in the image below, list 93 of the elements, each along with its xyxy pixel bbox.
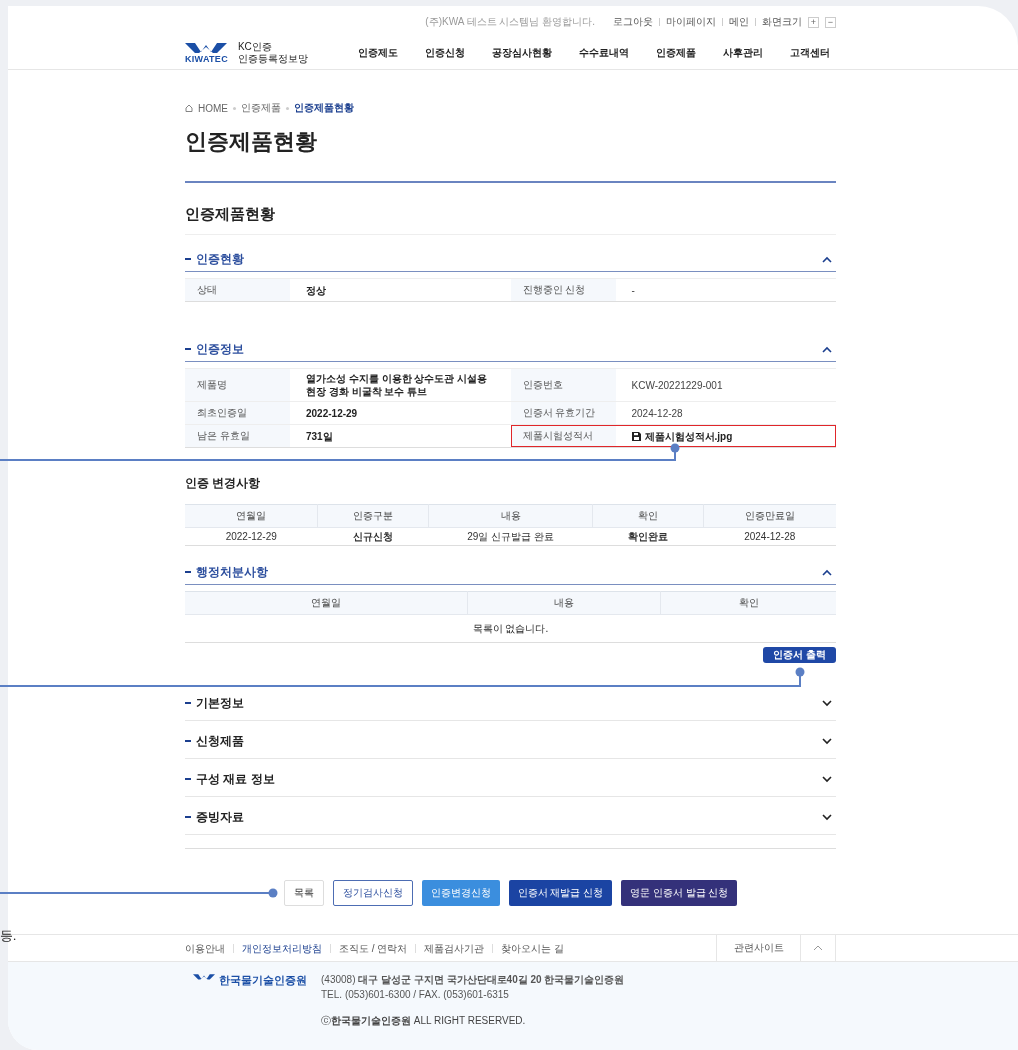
column-header: 내용 xyxy=(467,591,661,615)
print-button[interactable]: 인증서 출력 xyxy=(763,647,836,663)
home-icon xyxy=(185,104,193,112)
font-size-button[interactable]: − xyxy=(825,16,836,28)
column-header: 내용 xyxy=(428,504,593,528)
nav-menu-item[interactable]: 수수료내역 xyxy=(579,46,629,60)
breadcrumb-link[interactable]: 인증제품현황 xyxy=(294,101,354,115)
nav-menu-item[interactable]: 인증신청 xyxy=(425,46,465,60)
copyright-text: ⓒ한국물기술인증원 ALL RIGHT RESERVED. xyxy=(321,1014,527,1028)
footer-org-name: 한국물기술인증원 xyxy=(219,974,307,986)
logo-wordmark: KIWATEC xyxy=(185,53,228,64)
dash-icon xyxy=(185,778,191,780)
chevron-icon[interactable] xyxy=(822,255,832,263)
font-size-label: 화면크기 xyxy=(762,15,802,29)
util-link[interactable]: 메인 xyxy=(729,15,749,29)
table-cell: 확인완료 xyxy=(592,527,704,546)
cut-off-text: 등. xyxy=(0,927,17,945)
panel-title: 인증현황 xyxy=(196,250,244,268)
dash-icon xyxy=(185,702,191,704)
table-cell: 2024-12-28 xyxy=(703,527,836,546)
breadcrumb-link[interactable]: HOME xyxy=(198,102,228,114)
field-label: 상태 xyxy=(185,279,290,301)
field-label: 남은 유효일 xyxy=(185,425,290,447)
field-value: 2022-12-29 xyxy=(305,406,359,421)
chevron-icon[interactable] xyxy=(822,775,832,783)
util-link[interactable]: 마이페이지 xyxy=(666,15,716,29)
dash-icon xyxy=(185,740,191,742)
welcome-text: (주)KWA 테스트 시스템님 환영합니다. xyxy=(425,15,595,29)
chevron-up-icon xyxy=(813,945,823,951)
field-label: 최초인증일 xyxy=(185,402,290,424)
panel-title: 구성 재료 정보 xyxy=(196,770,275,788)
action-button[interactable]: 정기검사신청 xyxy=(332,880,413,906)
field-label: 인증번호 xyxy=(510,369,616,401)
column-header: 연월일 xyxy=(185,591,468,615)
field-label: 진행중인 신청 xyxy=(510,279,616,301)
field-label: 제품명 xyxy=(185,369,290,401)
page-title: 인증제품현황 xyxy=(185,128,318,156)
column-header: 연월일 xyxy=(185,504,318,528)
dash-icon xyxy=(185,571,191,573)
footer-address: (43008) 대구 달성군 구지면 국가산단대로40길 20 한국물기술인증원 xyxy=(321,974,625,986)
logo-subtitle: 인증등록정보망 xyxy=(237,53,308,65)
util-link[interactable]: 로그아웃 xyxy=(613,15,653,29)
field-value: KCW-20221229-001 xyxy=(630,378,724,393)
action-button[interactable]: 인증서 재발급 신청 xyxy=(508,880,613,906)
footer-link[interactable]: 이용안내 xyxy=(185,943,233,953)
field-label: 인증서 유효기간 xyxy=(510,402,616,424)
subsection-title: 인증 변경사항 xyxy=(185,475,262,492)
nav-menu-item[interactable]: 인증제도 xyxy=(358,46,398,60)
dash-icon xyxy=(185,816,191,818)
panel-title: 신청제품 xyxy=(196,732,244,750)
dash-icon xyxy=(185,348,191,350)
chevron-icon[interactable] xyxy=(822,568,832,576)
field-label: 제품시험성적서 xyxy=(510,425,616,447)
field-value: 열가소성 수지를 이용한 상수도관 시설용 현장 경화 비굴착 보수 튜브 xyxy=(305,372,489,399)
panel-title: 기본정보 xyxy=(196,694,244,712)
font-size-button[interactable]: + xyxy=(808,16,819,28)
column-header: 확인 xyxy=(660,591,836,615)
table-cell: 2022-12-29 xyxy=(185,527,318,546)
column-header: 인증만료일 xyxy=(703,504,836,528)
field-value: - xyxy=(630,283,636,298)
footer-link[interactable]: 제품검사기관 xyxy=(415,943,493,953)
chevron-icon[interactable] xyxy=(822,813,832,821)
action-button[interactable]: 영문 인증서 발급 신청 xyxy=(621,880,738,906)
field-value: 731일 xyxy=(305,429,334,444)
footer-link[interactable]: 조직도 / 연락처 xyxy=(330,943,416,953)
file-link[interactable]: 제품시험성적서.jpg xyxy=(644,429,733,443)
nav-menu-item[interactable]: 공장심사현황 xyxy=(492,46,552,60)
panel-title: 행정처분사항 xyxy=(196,563,268,581)
wave-logo-icon xyxy=(185,42,228,53)
breadcrumb-link[interactable]: 인증제품 xyxy=(241,101,281,115)
nav-menu-item[interactable]: 인증제품 xyxy=(656,46,696,60)
wave-logo-icon xyxy=(193,974,215,982)
table-cell: 29일 신규발급 완료 xyxy=(428,527,593,546)
logo-title: KC인증 xyxy=(237,41,273,53)
panel-title: 증빙자료 xyxy=(196,808,244,826)
dash-icon xyxy=(185,258,191,260)
chevron-icon[interactable] xyxy=(822,699,832,707)
action-button[interactable]: 목록 xyxy=(283,880,324,906)
nav-menu-item[interactable]: 사후관리 xyxy=(723,46,763,60)
column-header: 확인 xyxy=(592,504,704,528)
footer-contact: TEL. (053)601-6300 / FAX. (053)601-6315 xyxy=(321,989,510,1001)
field-value: 2024-12-28 xyxy=(630,406,684,421)
column-header: 인증구분 xyxy=(317,504,429,528)
empty-message: 목록이 없습니다. xyxy=(185,614,836,643)
footer-link[interactable]: 개인정보처리방침 xyxy=(233,943,330,953)
footer-link[interactable]: 찾아오시는 길 xyxy=(492,943,573,953)
section-title: 인증제품현황 xyxy=(185,205,836,235)
nav-menu-item[interactable]: 고객센터 xyxy=(790,46,830,60)
panel-title: 인증정보 xyxy=(196,340,244,358)
chevron-icon[interactable] xyxy=(822,345,832,353)
chevron-icon[interactable] xyxy=(822,737,832,745)
table-cell: 신규신청 xyxy=(317,527,429,546)
field-value: 정상 xyxy=(305,283,327,298)
